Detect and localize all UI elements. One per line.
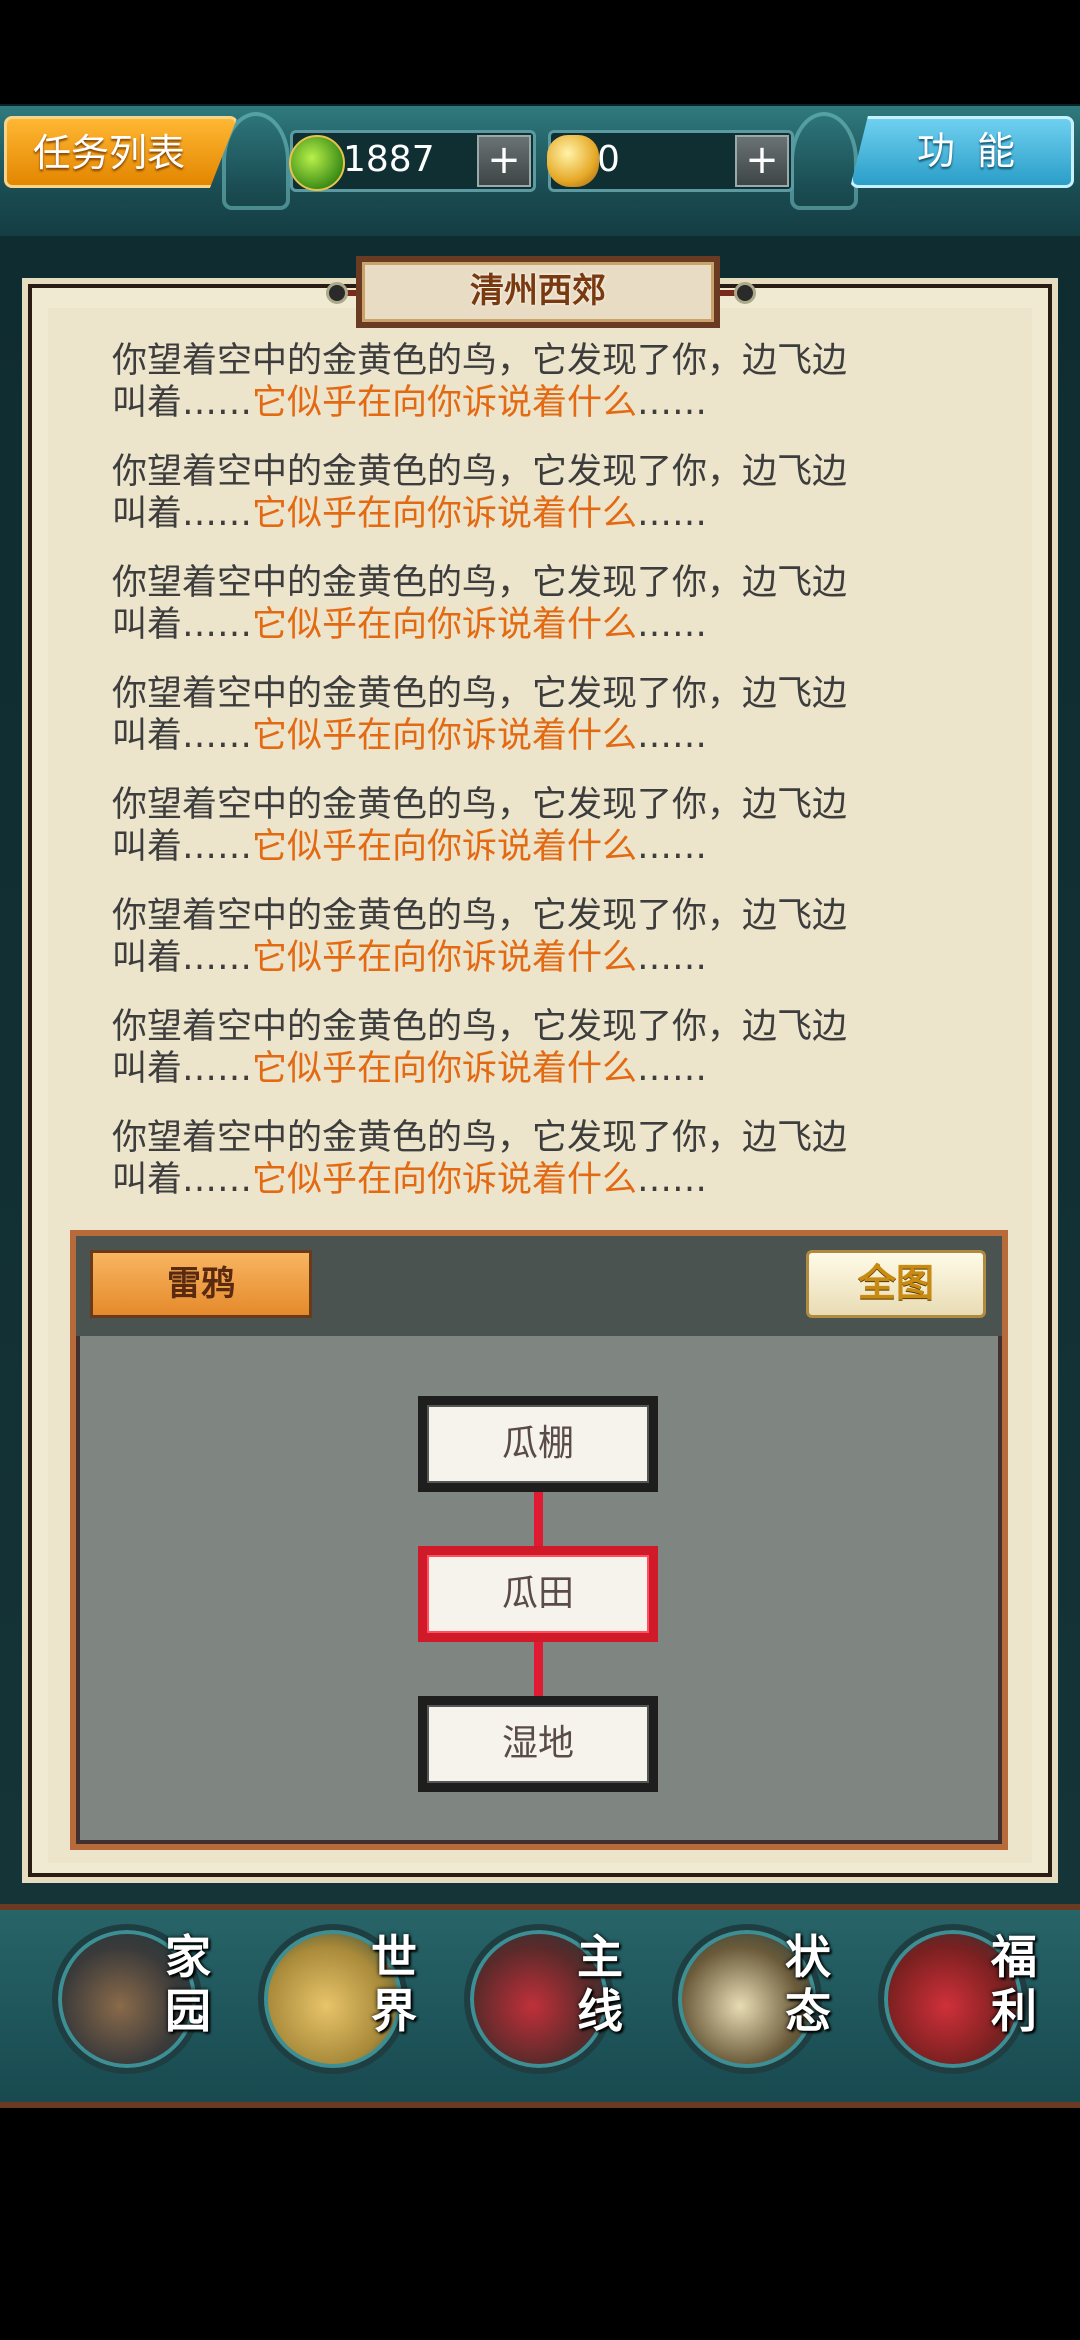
function-button[interactable]: 功能 xyxy=(850,116,1074,188)
message-line: 你望着空中的金黄色的鸟，它发现了你，边飞边 xyxy=(112,452,848,492)
map-node-gua-tian-current[interactable]: 瓜田 xyxy=(418,1546,658,1642)
nav-world-label: 世界 xyxy=(371,1930,417,2038)
task-list-button[interactable]: 任务列表 xyxy=(4,116,238,188)
message-highlight: 它似乎在向你诉说着什么 xyxy=(252,494,638,534)
nav-status-button[interactable]: 状态 xyxy=(672,1924,842,2094)
message-highlight: 它似乎在向你诉说着什么 xyxy=(252,1160,638,1200)
gold-currency: 0 + xyxy=(547,130,794,192)
message-prefix: 叫着…… xyxy=(112,383,253,423)
message-item: 你望着空中的金黄色的鸟，它发现了你，边飞边 叫着……它似乎在向你诉说着什么…… xyxy=(112,1006,942,1090)
message-line: 你望着空中的金黄色的鸟，它发现了你，边飞边 xyxy=(112,1118,848,1158)
nav-welfare-label: 福利 xyxy=(991,1930,1037,2038)
message-item: 你望着空中的金黄色的鸟，它发现了你，边飞边 叫着……它似乎在向你诉说着什么…… xyxy=(112,340,942,424)
message-line: 你望着空中的金黄色的鸟，它发现了你，边飞边 xyxy=(112,1007,848,1047)
message-prefix: 叫着…… xyxy=(112,716,253,756)
add-jade-button[interactable]: + xyxy=(477,135,531,187)
nav-home-button[interactable]: 家园 xyxy=(52,1924,222,2094)
message-line: 你望着空中的金黄色的鸟，它发现了你，边飞边 xyxy=(112,785,848,825)
message-suffix: …… xyxy=(637,716,708,756)
message-prefix: 叫着…… xyxy=(112,1049,253,1089)
message-line: 你望着空中的金黄色的鸟，它发现了你，边飞边 xyxy=(112,896,848,936)
message-highlight: 它似乎在向你诉说着什么 xyxy=(252,1049,638,1089)
map-node-gua-peng[interactable]: 瓜棚 xyxy=(418,1396,658,1492)
nav-status-label: 状态 xyxy=(785,1930,831,2038)
message-line: 你望着空中的金黄色的鸟，它发现了你，边飞边 xyxy=(112,341,848,381)
add-gold-button[interactable]: + xyxy=(735,135,789,187)
message-item: 你望着空中的金黄色的鸟，它发现了你，边飞边 叫着……它似乎在向你诉说着什么…… xyxy=(112,1117,942,1201)
nav-world-button[interactable]: 世界 xyxy=(258,1924,428,2094)
message-prefix: 叫着…… xyxy=(112,1160,253,1200)
message-highlight: 它似乎在向你诉说着什么 xyxy=(252,827,638,867)
map-path-link xyxy=(534,1488,543,1554)
map-node-shi-di[interactable]: 湿地 xyxy=(418,1696,658,1792)
title-knob-right-icon xyxy=(734,282,756,304)
nav-welfare-button[interactable]: 福利 xyxy=(878,1924,1048,2094)
message-suffix: …… xyxy=(637,827,708,867)
message-suffix: …… xyxy=(637,1049,708,1089)
message-item: 你望着空中的金黄色的鸟，它发现了你，边飞边 叫着……它似乎在向你诉说着什么…… xyxy=(112,451,942,535)
nav-main-quest-label: 主线 xyxy=(577,1930,623,2038)
message-item: 你望着空中的金黄色的鸟，它发现了你，边飞边 叫着……它似乎在向你诉说着什么…… xyxy=(112,895,942,979)
nav-main-quest-button[interactable]: 主线 xyxy=(464,1924,634,2094)
message-line: 你望着空中的金黄色的鸟，它发现了你，边飞边 xyxy=(112,674,848,714)
jade-currency: 1887 + xyxy=(289,130,536,192)
message-suffix: …… xyxy=(637,605,708,645)
region-tab[interactable]: 雷鸦 xyxy=(90,1250,312,1318)
jade-value: 1887 xyxy=(343,139,435,180)
location-title: 清州西郊 xyxy=(356,256,720,328)
message-item: 你望着空中的金黄色的鸟，它发现了你，边飞边 叫着……它似乎在向你诉说着什么…… xyxy=(112,562,942,646)
message-suffix: …… xyxy=(637,938,708,978)
message-line: 你望着空中的金黄色的鸟，它发现了你，边飞边 xyxy=(112,563,848,603)
message-suffix: …… xyxy=(637,383,708,423)
full-map-button[interactable]: 全图 xyxy=(806,1250,986,1318)
message-highlight: 它似乎在向你诉说着什么 xyxy=(252,938,638,978)
gold-value: 0 xyxy=(597,139,620,180)
message-item: 你望着空中的金黄色的鸟，它发现了你，边飞边 叫着……它似乎在向你诉说着什么…… xyxy=(112,784,942,868)
ornament-right-icon xyxy=(790,112,858,210)
message-prefix: 叫着…… xyxy=(112,938,253,978)
title-knob-left-icon xyxy=(326,282,348,304)
message-highlight: 它似乎在向你诉说着什么 xyxy=(252,716,638,756)
jade-dragon-icon xyxy=(289,135,345,191)
nav-home-label: 家园 xyxy=(165,1930,211,2038)
message-item: 你望着空中的金黄色的鸟，它发现了你，边飞边 叫着……它似乎在向你诉说着什么…… xyxy=(112,673,942,757)
message-prefix: 叫着…… xyxy=(112,605,253,645)
message-prefix: 叫着…… xyxy=(112,494,253,534)
map-path-link xyxy=(534,1640,543,1702)
gold-ingot-icon xyxy=(547,135,599,187)
message-suffix: …… xyxy=(637,1160,708,1200)
message-suffix: …… xyxy=(637,494,708,534)
message-highlight: 它似乎在向你诉说着什么 xyxy=(252,383,638,423)
message-prefix: 叫着…… xyxy=(112,827,253,867)
message-highlight: 它似乎在向你诉说着什么 xyxy=(252,605,638,645)
